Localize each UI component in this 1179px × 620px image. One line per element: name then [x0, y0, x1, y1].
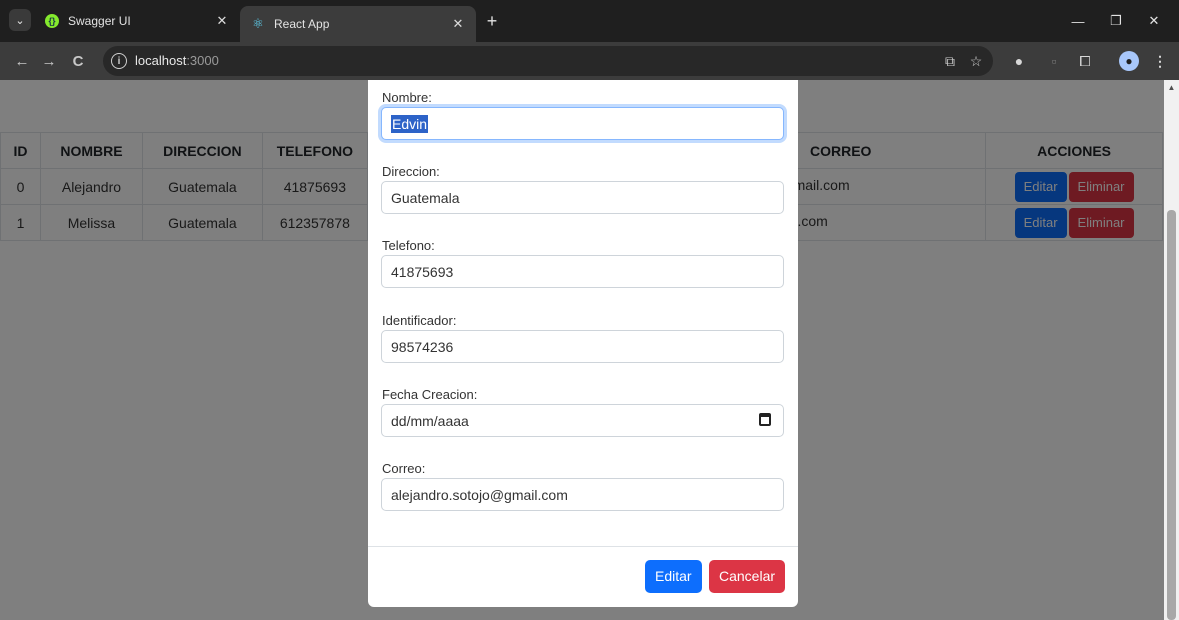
submit-edit-button[interactable]: Editar [645, 560, 702, 593]
fecha-creacion-input[interactable]: dd/mm/aaaa [381, 404, 784, 437]
tab-swagger[interactable]: {} Swagger UI ✕ [34, 6, 240, 36]
tab-search-icon[interactable]: ⌄ [9, 9, 31, 31]
calendar-icon[interactable] [759, 413, 771, 426]
site-info-icon[interactable]: i [111, 53, 127, 69]
correo-label: Correo: [382, 461, 426, 476]
identificador-value: 98574236 [391, 338, 454, 355]
direccion-value: Guatemala [391, 189, 460, 206]
tab-react-app[interactable]: ⚛ React App ✕ [240, 6, 476, 42]
extensions-puzzle-icon[interactable]: ⧠ [1075, 51, 1095, 71]
tab-title: Swagger UI [68, 14, 131, 28]
direccion-label: Direccion: [382, 164, 440, 179]
url-text[interactable]: localhost:3000 [135, 53, 219, 68]
browser-window: ⌄ {} Swagger UI ✕ ⚛ React App ✕ + — ❐ ✕ … [0, 0, 1179, 620]
swagger-icon: {} [44, 13, 60, 29]
url-host: localhost [135, 53, 187, 68]
telefono-input[interactable]: 41875693 [381, 255, 784, 288]
page-content: ID NOMBRE DIRECCION TELEFONO CORREO ACCI… [0, 80, 1164, 620]
url-port: :3000 [186, 53, 219, 68]
react-icon: ⚛ [252, 16, 264, 31]
close-icon[interactable]: ✕ [450, 16, 466, 32]
cast-icon[interactable]: ⧉ [941, 52, 959, 70]
scroll-up-arrow-icon[interactable]: ▲ [1164, 80, 1179, 94]
correo-value: alejandro.sotojo@gmail.com [391, 486, 568, 503]
direccion-input[interactable]: Guatemala [381, 181, 784, 214]
scroll-thumb[interactable] [1167, 210, 1176, 620]
edit-modal: Nombre: Edvin Direccion: Guatemala Telef… [368, 80, 798, 607]
new-tab-icon[interactable]: + [481, 10, 503, 32]
cancel-button[interactable]: Cancelar [709, 560, 786, 593]
bookmark-star-icon[interactable]: ☆ [967, 52, 985, 70]
tab-strip: ⌄ {} Swagger UI ✕ ⚛ React App ✕ + — ❐ ✕ [0, 0, 1179, 42]
reload-icon[interactable]: C [67, 50, 89, 72]
nombre-label: Nombre: [382, 90, 432, 105]
telefono-label: Telefono: [382, 238, 435, 253]
telefono-value: 41875693 [391, 263, 454, 280]
profile-avatar-icon[interactable]: ● [1119, 51, 1139, 71]
fecha-creacion-label: Fecha Creacion: [382, 387, 478, 402]
window-close-icon[interactable]: ✕ [1143, 10, 1165, 32]
browser-toolbar: ← → C i localhost:3000 ⧉ ☆ ● ▫ ⧠ ● ⋮ [0, 42, 1179, 80]
nombre-input[interactable]: Edvin [381, 107, 784, 140]
identificador-label: Identificador: [382, 313, 457, 328]
extension-icon[interactable]: ▫ [1044, 51, 1064, 71]
restore-icon[interactable]: ❐ [1105, 10, 1127, 32]
identificador-input[interactable]: 98574236 [381, 330, 784, 363]
correo-input[interactable]: alejandro.sotojo@gmail.com [381, 478, 784, 511]
menu-icon[interactable]: ⋮ [1150, 51, 1170, 71]
fecha-creacion-value: dd/mm/aaaa [391, 412, 469, 429]
forward-icon[interactable]: → [38, 50, 60, 72]
back-icon[interactable]: ← [11, 50, 33, 72]
extension-icon[interactable]: ● [1009, 51, 1029, 71]
tab-title: React App [274, 17, 330, 31]
minimize-icon[interactable]: — [1067, 10, 1089, 32]
address-bar[interactable]: i localhost:3000 ⧉ ☆ [103, 46, 993, 76]
modal-footer-divider [368, 546, 798, 547]
close-icon[interactable]: ✕ [214, 13, 230, 29]
page-scrollbar[interactable]: ▲ [1164, 80, 1179, 620]
nombre-value: Edvin [391, 114, 429, 133]
